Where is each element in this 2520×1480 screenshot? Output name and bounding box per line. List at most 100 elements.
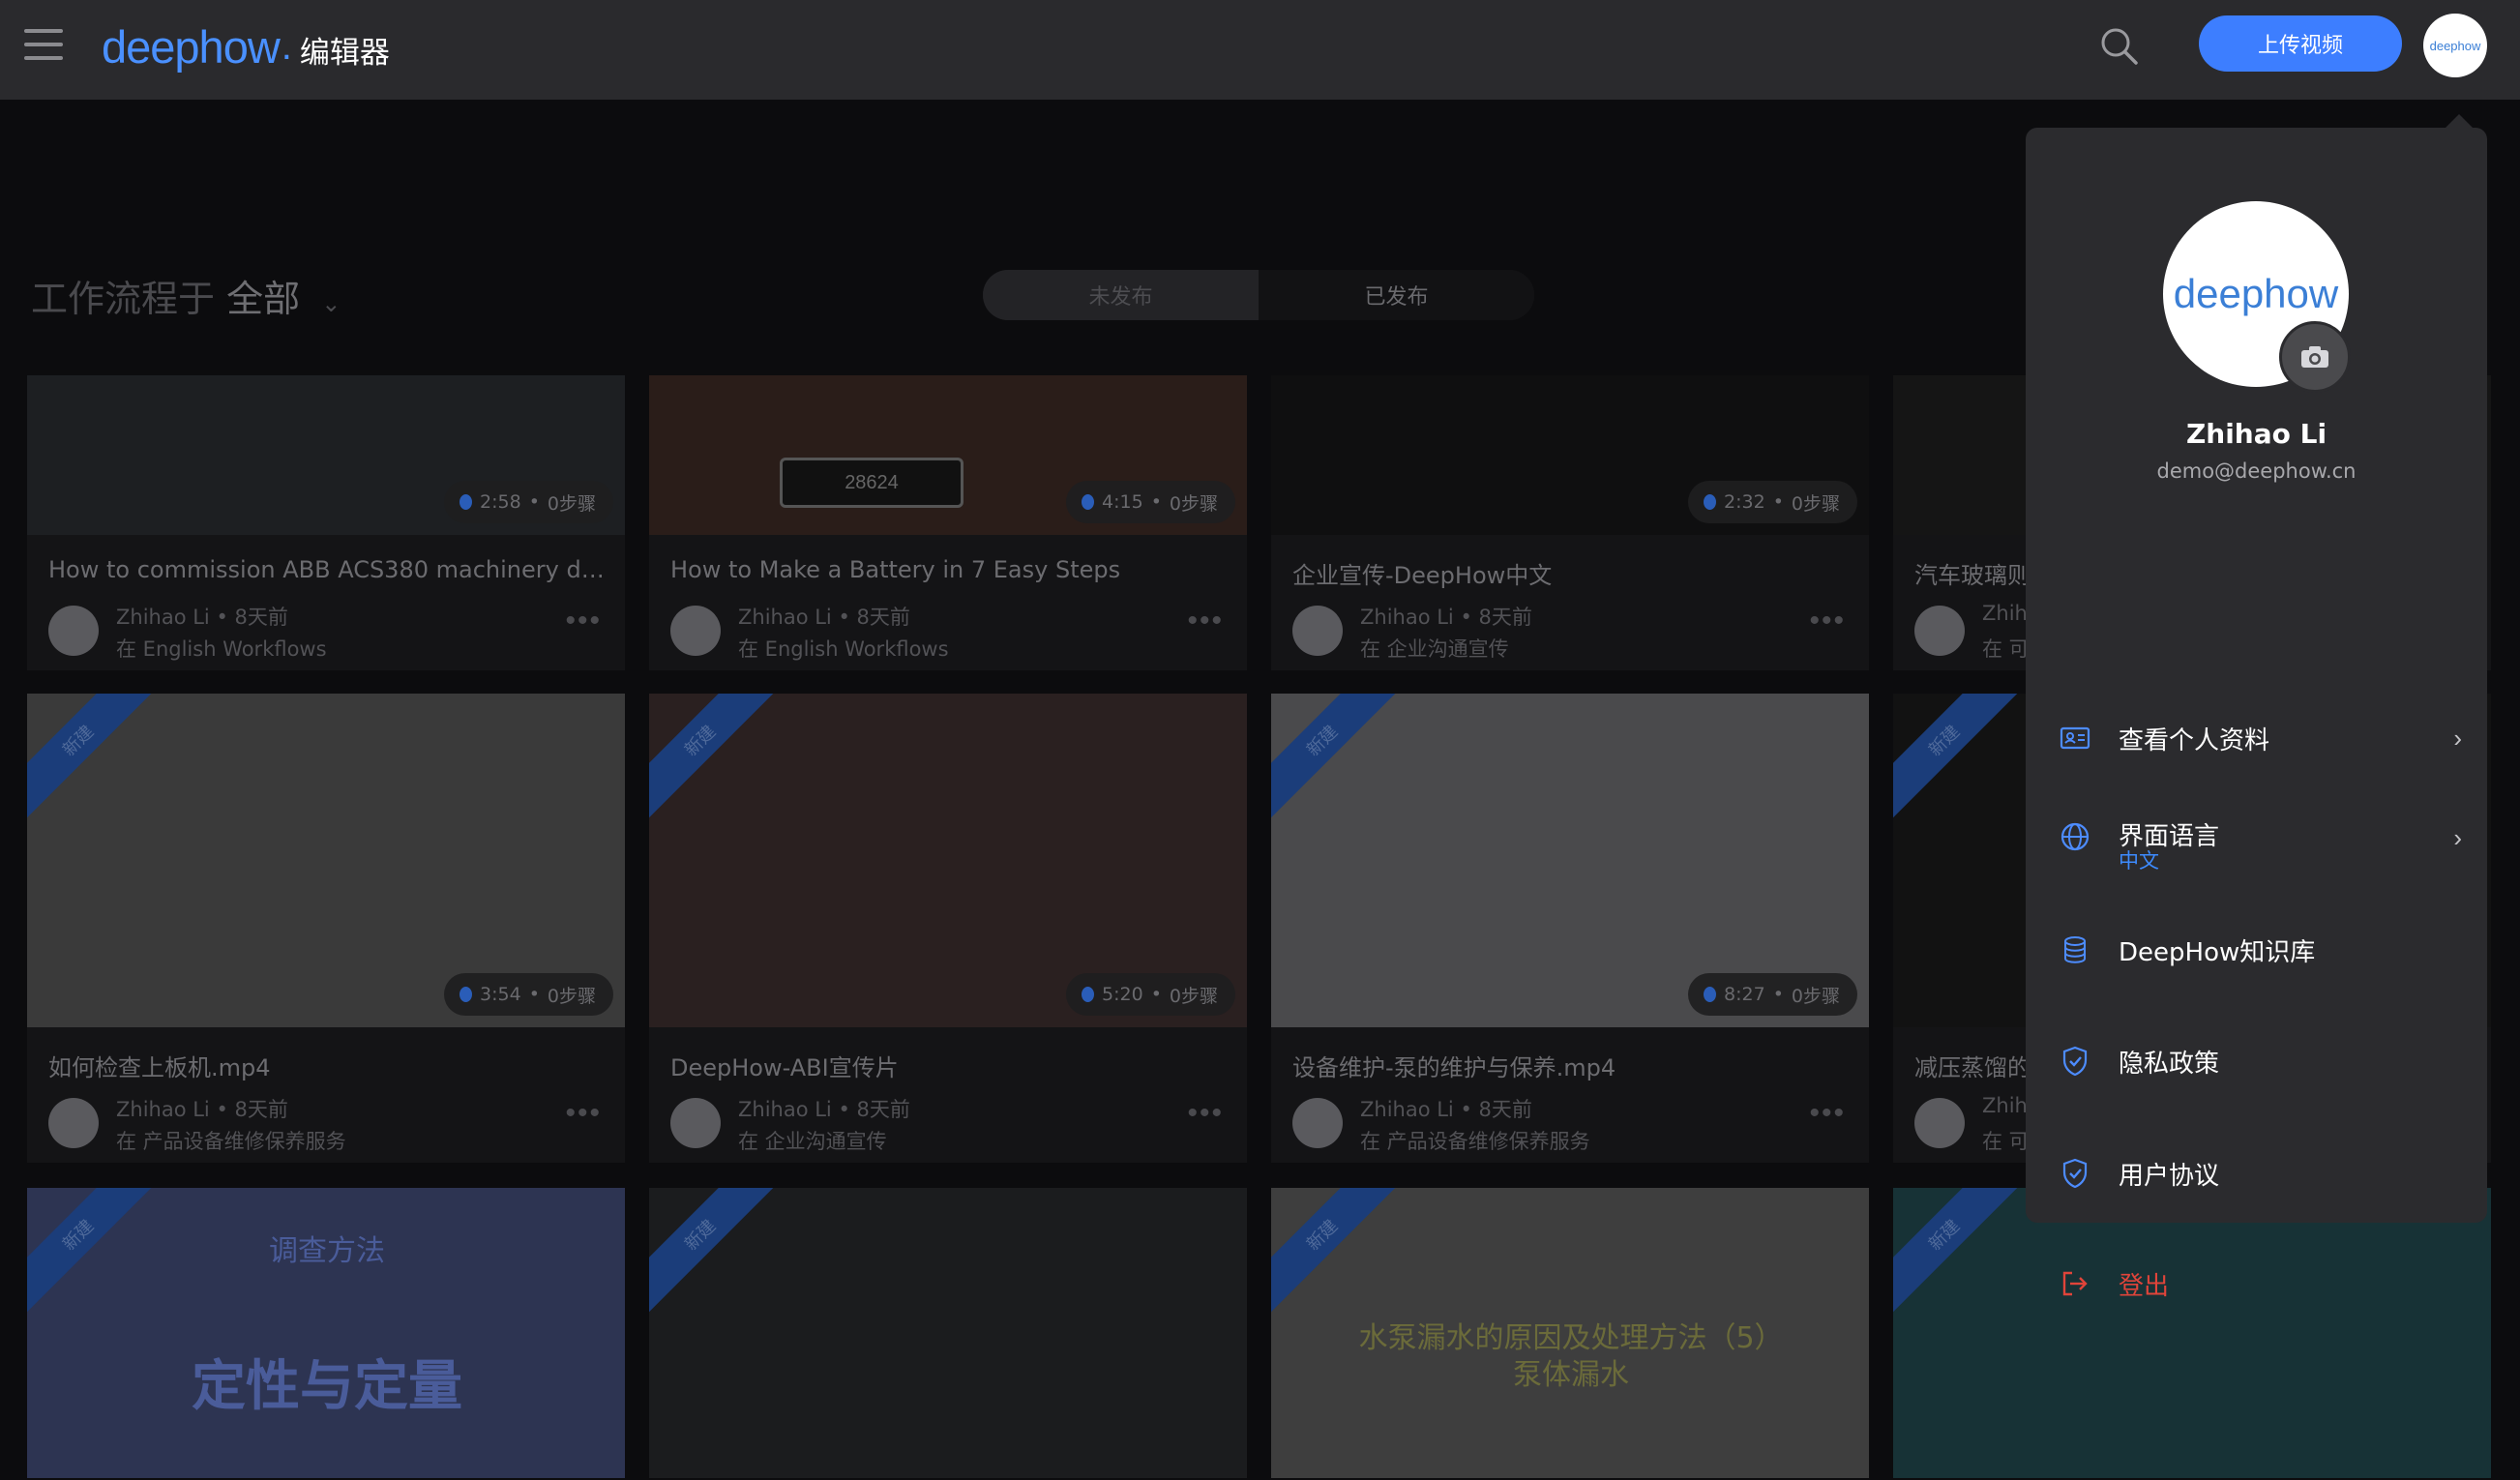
- profile-email: demo@deephow.cn: [2156, 459, 2357, 483]
- card-title[interactable]: 如何检查上板机.mp4: [48, 1049, 609, 1082]
- current-language: 中文: [2119, 849, 2159, 873]
- duration-text: 3:54: [480, 984, 521, 1005]
- user-avatar-button[interactable]: deephow: [2423, 14, 2487, 77]
- duration-badge: 2:58 • 0步骤: [444, 481, 613, 523]
- steps-text: 0步骤: [1791, 985, 1840, 1007]
- video-thumbnail[interactable]: [649, 1188, 1247, 1478]
- video-thumbnail[interactable]: [1893, 1188, 2491, 1478]
- workflow-card[interactable]: 调查方法 定性与定量 新建: [27, 1188, 625, 1478]
- app-subtitle: 编辑器: [299, 35, 390, 71]
- more-options-icon[interactable]: •••: [1187, 1097, 1224, 1130]
- tab-unpublished[interactable]: 未发布: [983, 270, 1259, 320]
- author-avatar: [1292, 1098, 1343, 1148]
- duration-text: 2:58: [480, 491, 521, 513]
- workflow-card[interactable]: 28624 4:15 • 0步骤 How to Make a Battery in 7 …: [649, 375, 1247, 670]
- chevron-down-icon: ⌄: [321, 290, 341, 317]
- steps-text: 0步骤: [547, 492, 596, 515]
- shield-check-icon: [2059, 1157, 2091, 1190]
- app-brand[interactable]: deephow . 编辑器: [102, 15, 390, 77]
- menu-label: DeepHow知识库: [2119, 937, 2316, 967]
- upload-video-button[interactable]: 上传视频: [2199, 15, 2402, 72]
- duration-text: 5:20: [1102, 984, 1143, 1005]
- workflow-card[interactable]: 新建 8:27 • 0步骤 设备维护-泵的维护与保养.mp4 Zhihao Li • 8天…: [1271, 694, 1869, 1163]
- more-options-icon[interactable]: •••: [565, 1097, 602, 1130]
- thumbnail-caption: 调查方法: [269, 1234, 385, 1268]
- card-group: 在 企业沟通宣传: [738, 1130, 887, 1153]
- separator-dot: •: [528, 984, 540, 1005]
- duration-badge: 4:15 • 0步骤: [1066, 481, 1235, 523]
- camera-icon[interactable]: [2279, 321, 2351, 393]
- steps-text: 0步骤: [1169, 492, 1218, 515]
- profile-avatar-logo: deephow: [2173, 271, 2339, 316]
- chevron-right-icon: ›: [2453, 822, 2462, 852]
- separator-dot: •: [528, 491, 540, 513]
- workflow-card[interactable]: 2:58 • 0步骤 How to commission ABB ACS380 mac…: [27, 375, 625, 670]
- workflow-card[interactable]: 新建: [1893, 1188, 2491, 1478]
- workflow-card[interactable]: 2:32 • 0步骤 企业宣传-DeepHow中文 Zhihao Li • 8天前在 企…: [1271, 375, 1869, 670]
- timer-icon: [1082, 987, 1095, 1002]
- menu-privacy-policy[interactable]: 隐私政策: [2026, 1022, 2487, 1100]
- card-author: Zhihao Li • 8天前: [738, 1098, 910, 1121]
- more-options-icon[interactable]: •••: [565, 605, 602, 637]
- menu-label: 查看个人资料: [2119, 725, 2270, 755]
- id-card-icon: [2059, 722, 2091, 755]
- card-author: Zhihao Li • 8天前: [116, 1098, 288, 1121]
- card-author: Zhihao Li • 8天前: [1360, 1098, 1532, 1121]
- timer-icon: [1704, 987, 1717, 1002]
- card-group: 在 企业沟通宣传: [1360, 637, 1509, 661]
- separator-dot: •: [1772, 984, 1784, 1005]
- timer-icon: [1082, 494, 1095, 510]
- more-options-icon[interactable]: •••: [1187, 605, 1224, 637]
- duration-badge: 3:54 • 0步骤: [444, 973, 613, 1016]
- menu-icon[interactable]: [24, 29, 63, 60]
- thumbnail-caption: 定性与定量: [192, 1355, 462, 1418]
- card-group: 在 可: [1982, 1130, 2030, 1153]
- card-author: Zhihao Li • 8天前: [116, 606, 288, 629]
- author-avatar: [670, 1098, 721, 1148]
- workflow-card[interactable]: 新建 5:20 • 0步骤 DeepHow-ABI宣传片 Zhihao Li • 8天前在…: [649, 694, 1247, 1163]
- logout-icon: [2059, 1267, 2091, 1300]
- separator-dot: •: [1150, 491, 1162, 513]
- card-title[interactable]: 企业宣传-DeepHow中文: [1292, 556, 1853, 590]
- menu-label: 隐私政策: [2119, 1049, 2220, 1079]
- workflow-scope-selector[interactable]: 工作流程于 全部 ⌄: [31, 269, 341, 322]
- steps-text: 0步骤: [1791, 492, 1840, 515]
- card-title[interactable]: How to commission ABB ACS380 machinery d…: [48, 556, 609, 583]
- card-group: 在 产品设备维修保养服务: [1360, 1130, 1590, 1153]
- workflow-card[interactable]: 新建: [649, 1188, 1247, 1478]
- separator-dot: •: [1150, 984, 1162, 1005]
- duration-badge: 2:32 • 0步骤: [1688, 481, 1857, 523]
- workflow-card[interactable]: 水泵漏水的原因及处理方法（5） 泵体漏水 新建: [1271, 1188, 1869, 1478]
- menu-logout[interactable]: 登出: [2026, 1245, 2487, 1322]
- steps-text: 0步骤: [547, 985, 596, 1007]
- menu-user-agreement[interactable]: 用户协议: [2026, 1135, 2487, 1212]
- menu-knowledge-base[interactable]: DeepHow知识库: [2026, 911, 2487, 989]
- timer-icon: [460, 494, 473, 510]
- logo-dot: .: [281, 24, 292, 68]
- card-title[interactable]: How to Make a Battery in 7 Easy Steps: [670, 556, 1231, 583]
- workflow-card[interactable]: 新建 3:54 • 0步骤 如何检查上板机.mp4 Zhihao Li • 8天前在 产品…: [27, 694, 625, 1163]
- menu-view-profile[interactable]: 查看个人资料 ›: [2026, 699, 2487, 777]
- globe-icon: [2059, 820, 2091, 853]
- author-avatar: [48, 1098, 99, 1148]
- steps-text: 0步骤: [1169, 985, 1218, 1007]
- tab-published[interactable]: 已发布: [1259, 270, 1534, 320]
- card-title[interactable]: 设备维护-泵的维护与保养.mp4: [1292, 1049, 1853, 1082]
- menu-interface-language[interactable]: 界面语言 中文 ›: [2026, 799, 2487, 876]
- card-title[interactable]: DeepHow-ABI宣传片: [670, 1049, 1231, 1082]
- author-avatar: [670, 606, 721, 656]
- card-group: 在 可: [1982, 637, 2030, 661]
- app-logo: deephow: [102, 20, 281, 73]
- more-options-icon[interactable]: •••: [1809, 605, 1846, 637]
- profile-dropdown-panel: deephow Zhihao Li demo@deephow.cn 查看个人资料…: [2026, 128, 2487, 1301]
- search-icon[interactable]: [2099, 26, 2140, 67]
- separator-dot: •: [1772, 491, 1784, 513]
- card-author: Zhihao Li • 8天前: [738, 606, 910, 629]
- more-options-icon[interactable]: •••: [1809, 1097, 1846, 1130]
- duration-text: 2:32: [1724, 491, 1765, 513]
- database-icon: [2059, 933, 2091, 966]
- profile-name: Zhihao Li: [2185, 418, 2327, 450]
- thumbnail-overlay-counter: 28624: [780, 458, 964, 508]
- chevron-right-icon: ›: [2453, 723, 2462, 753]
- author-avatar: [1914, 606, 1965, 656]
